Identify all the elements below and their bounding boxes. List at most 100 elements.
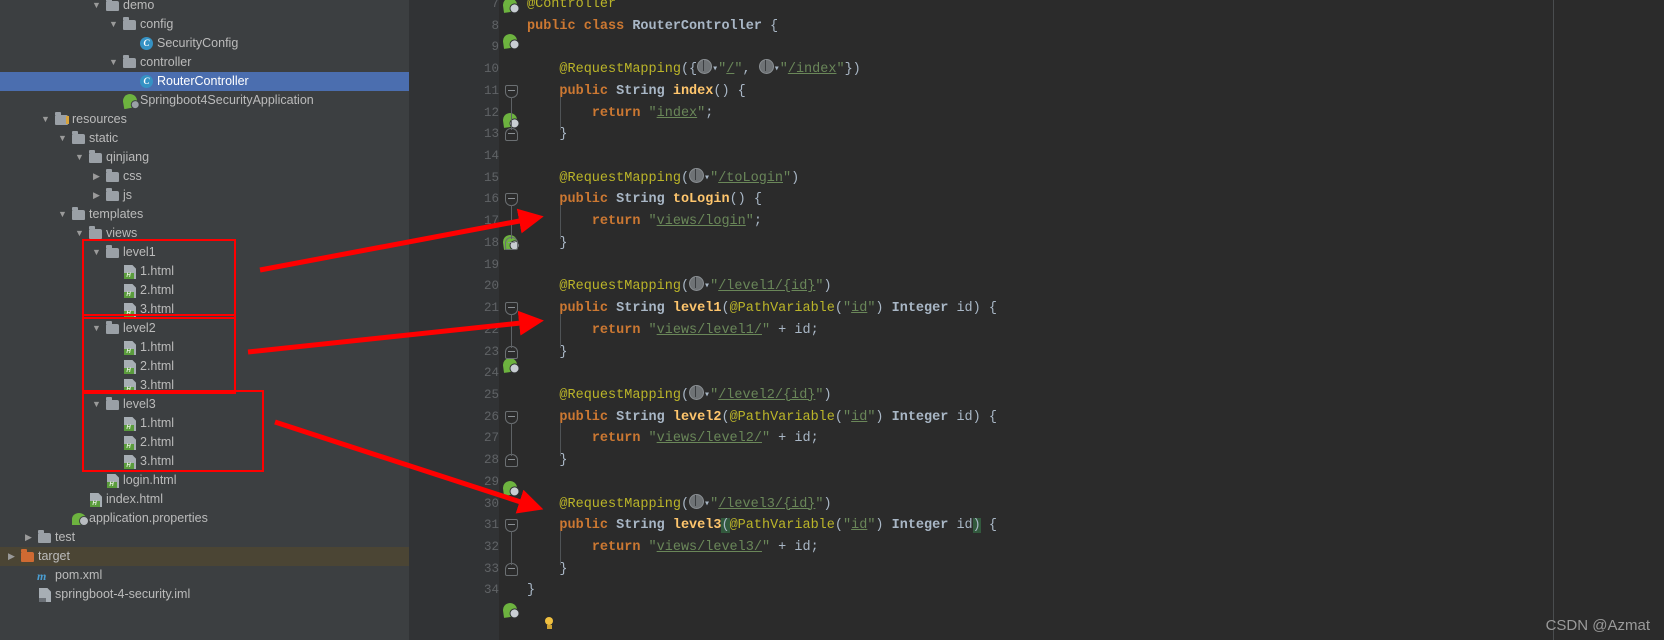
code-line[interactable] — [527, 363, 535, 385]
tree-item-3-html[interactable]: 3.html — [0, 300, 409, 319]
code-line[interactable]: } — [527, 450, 567, 472]
chevron-right-icon[interactable]: ▶ — [91, 167, 102, 186]
chevron-down-icon[interactable]: ▼ — [91, 319, 102, 338]
code-line[interactable]: } — [527, 342, 567, 364]
code-line[interactable]: } — [527, 559, 567, 581]
tree-item-views[interactable]: ▼ views — [0, 224, 409, 243]
tree-item-level1[interactable]: ▼ level1 — [0, 243, 409, 262]
chevron-right-icon[interactable]: ▶ — [6, 547, 17, 566]
tree-item-index-html[interactable]: index.html — [0, 490, 409, 509]
tree-item-static[interactable]: ▼ static — [0, 129, 409, 148]
code-line[interactable]: public class RouterController { — [527, 16, 778, 38]
tree-item-springboot-4-security-iml[interactable]: springboot-4-security.iml — [0, 585, 409, 604]
tree-item-springboot4securityapplication[interactable]: Springboot4SecurityApplication — [0, 91, 409, 110]
chevron-down-icon[interactable]: ▼ — [74, 148, 85, 167]
globe-icon[interactable] — [689, 276, 705, 292]
code-fold-end-icon[interactable] — [505, 236, 518, 250]
code-fold-end-icon[interactable] — [505, 345, 518, 359]
code-fold-end-icon[interactable] — [505, 454, 518, 468]
project-tool-window[interactable]: ▼ demo ▼ config C SecurityConfig ▼ controller C R… — [0, 0, 409, 640]
tree-item-1-html[interactable]: 1.html — [0, 414, 409, 433]
globe-icon[interactable] — [689, 384, 705, 400]
code-line[interactable]: @RequestMapping(▾"/level1/{id}") — [527, 276, 832, 298]
spring-bean-gutter-icon[interactable] — [502, 32, 518, 49]
tree-item-3-html[interactable]: 3.html — [0, 376, 409, 395]
chevron-down-icon[interactable]: ▼ — [91, 0, 102, 15]
code-line[interactable]: } — [527, 124, 567, 146]
code-line[interactable]: return "index"; — [527, 103, 714, 125]
tree-item-test[interactable]: ▶ test — [0, 528, 409, 547]
code-line[interactable]: @Controller — [527, 0, 616, 16]
code-line[interactable] — [527, 255, 535, 277]
tree-item-3-html[interactable]: 3.html — [0, 452, 409, 471]
code-line[interactable]: return "views/level2/" + id; — [527, 428, 819, 450]
code-line[interactable] — [527, 146, 535, 168]
tree-item-level3[interactable]: ▼ level3 — [0, 395, 409, 414]
code-fold-start-icon[interactable] — [505, 410, 518, 424]
tree-item-application-properties[interactable]: application.properties — [0, 509, 409, 528]
editor-gutter[interactable]: 7 8 9 10 11 12 13 14 15 16 17 18 19 20 21 22 23 24 25 26 27 2… — [425, 0, 553, 640]
tree-item-2-html[interactable]: 2.html — [0, 357, 409, 376]
code-line[interactable]: @RequestMapping(▾"/level2/{id}") — [527, 384, 832, 407]
tree-item-demo[interactable]: ▼ demo — [0, 0, 409, 15]
code-editor[interactable]: 7 8 9 10 11 12 13 14 15 16 17 18 19 20 21 22 23 24 25 26 27 2… — [409, 0, 1664, 640]
chevron-down-icon[interactable]: ▼ — [74, 224, 85, 243]
globe-icon[interactable] — [697, 59, 713, 75]
tree-item-templates[interactable]: ▼ templates — [0, 205, 409, 224]
chevron-down-icon[interactable]: ▼ — [57, 205, 68, 224]
tree-item-qinjiang[interactable]: ▼ qinjiang — [0, 148, 409, 167]
code-line[interactable]: public String level3(@PathVariable("id")… — [527, 515, 997, 537]
code-line[interactable]: public String toLogin() { — [527, 189, 762, 211]
code-line[interactable] — [527, 37, 535, 59]
tree-item-2-html[interactable]: 2.html — [0, 433, 409, 452]
chevron-down-icon[interactable]: ▼ — [108, 15, 119, 34]
tree-item-css[interactable]: ▶ css — [0, 167, 409, 186]
globe-icon[interactable] — [689, 493, 705, 509]
chevron-down-icon[interactable]: ▼ — [108, 53, 119, 72]
tree-item-controller[interactable]: ▼ controller — [0, 53, 409, 72]
code-line[interactable]: @RequestMapping(▾"/level3/{id}") — [527, 493, 832, 516]
code-fold-start-icon[interactable] — [505, 302, 518, 316]
spring-bean-gutter-icon[interactable] — [502, 357, 518, 373]
code-line[interactable]: } — [527, 580, 535, 602]
code-line[interactable] — [527, 472, 535, 494]
code-line[interactable]: @RequestMapping({▾"/", ▾"/index"}) — [527, 59, 861, 81]
code-fold-start-icon[interactable] — [505, 519, 518, 533]
tree-item-level2[interactable]: ▼ level2 — [0, 319, 409, 338]
code-line[interactable]: @RequestMapping(▾"/toLogin") — [527, 167, 799, 190]
chevron-right-icon[interactable]: ▶ — [23, 528, 34, 547]
code-line[interactable]: return "views/login"; — [527, 211, 762, 233]
tree-item-resources[interactable]: ▼ resources — [0, 110, 409, 129]
chevron-down-icon[interactable]: ▼ — [91, 395, 102, 414]
tree-item-label: config — [140, 17, 174, 31]
tree-item-pom-xml[interactable]: m pom.xml — [0, 566, 409, 585]
tree-item-1-html[interactable]: 1.html — [0, 262, 409, 281]
globe-icon[interactable] — [758, 59, 774, 75]
globe-icon[interactable] — [689, 167, 705, 183]
tree-item-1-html[interactable]: 1.html — [0, 338, 409, 357]
chevron-down-icon[interactable]: ▼ — [91, 243, 102, 262]
tree-item-routercontroller[interactable]: C RouterController — [0, 72, 409, 91]
tree-item-2-html[interactable]: 2.html — [0, 281, 409, 300]
chevron-down-icon[interactable]: ▼ — [40, 110, 51, 129]
chevron-down-icon[interactable]: ▼ — [57, 129, 68, 148]
code-fold-start-icon[interactable] — [505, 193, 518, 207]
tree-item-securityconfig[interactable]: C SecurityConfig — [0, 34, 409, 53]
chevron-right-icon[interactable]: ▶ — [91, 186, 102, 205]
code-line[interactable]: public String level2(@PathVariable("id")… — [527, 407, 997, 429]
spring-bean-gutter-icon[interactable] — [502, 602, 518, 619]
code-fold-end-icon[interactable] — [505, 128, 518, 142]
editor-code-area[interactable]: @Controller public class RouterController… — [527, 0, 1664, 640]
code-line[interactable]: public String level1(@PathVariable("id")… — [527, 298, 997, 320]
code-line[interactable]: } — [527, 233, 567, 255]
tree-item-target[interactable]: ▶ target — [0, 547, 409, 566]
tree-item-login-html[interactable]: login.html — [0, 471, 409, 490]
code-line[interactable]: return "views/level3/" + id; — [527, 537, 819, 559]
tree-item-config[interactable]: ▼ config — [0, 15, 409, 34]
tree-item-js[interactable]: ▶ js — [0, 186, 409, 205]
spring-bean-gutter-icon[interactable] — [502, 479, 518, 496]
code-fold-end-icon[interactable] — [505, 562, 518, 576]
spring-bean-gutter-icon[interactable] — [502, 0, 518, 13]
code-line[interactable]: return "views/level1/" + id; — [527, 320, 819, 342]
code-fold-start-icon[interactable] — [505, 84, 518, 98]
